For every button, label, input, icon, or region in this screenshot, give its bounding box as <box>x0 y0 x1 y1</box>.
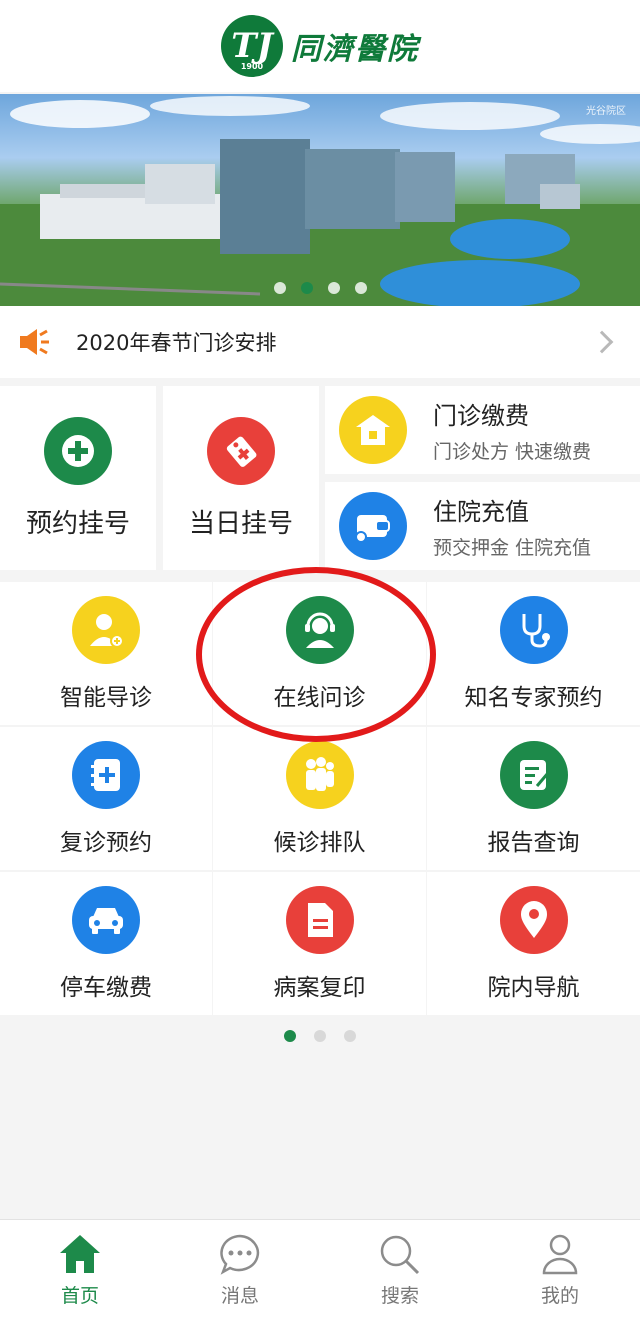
follow-up-button[interactable]: 复诊预约 <box>0 727 212 870</box>
report-label: 报告查询 <box>487 829 580 856</box>
navigation-button[interactable]: 院内导航 <box>427 872 640 1015</box>
navigation-label: 院内导航 <box>487 974 580 1001</box>
queue-label: 候诊排队 <box>273 829 366 856</box>
search-icon <box>377 1231 423 1277</box>
banner-carousel[interactable]: 光谷院区 <box>0 94 640 306</box>
logo-year: 1900 <box>240 62 264 71</box>
tab-profile[interactable]: 我的 <box>480 1220 640 1319</box>
outpatient-payment-subtitle: 门诊处方 快速缴费 <box>433 441 592 463</box>
report-icon <box>499 740 568 809</box>
house-icon <box>339 396 407 464</box>
tab-search-label: 搜索 <box>380 1285 419 1307</box>
inpatient-recharge-title: 住院充值 <box>433 498 529 526</box>
records-copy-button[interactable]: 病案复印 <box>213 872 426 1015</box>
expert-appointment-label: 知名专家预约 <box>464 684 603 711</box>
banner-pager <box>0 282 640 294</box>
chat-icon <box>217 1231 263 1277</box>
app-header: TJ 1900 同濟醫院 <box>0 0 640 92</box>
online-consult-label: 在线问诊 <box>273 684 366 711</box>
inpatient-recharge-button[interactable]: 住院充值 预交押金 住院充值 <box>325 482 640 570</box>
notice-bar[interactable]: 2020年春节门诊安排 <box>0 306 640 378</box>
grid-pager <box>0 1030 640 1042</box>
banner-dot[interactable] <box>327 282 340 294</box>
tab-messages-label: 消息 <box>220 1285 259 1307</box>
smart-guide-label: 智能导诊 <box>60 684 152 711</box>
grid-page-dot[interactable] <box>314 1030 326 1042</box>
same-day-label: 当日挂号 <box>188 508 293 539</box>
outpatient-payment-title: 门诊缴费 <box>433 402 529 430</box>
smart-guide-button[interactable]: 智能导诊 <box>0 582 212 725</box>
bottom-tab-bar: 首页 消息 搜索 我的 <box>0 1219 640 1319</box>
notice-text: 2020年春节门诊安排 <box>76 331 277 355</box>
home-icon <box>57 1231 103 1277</box>
chevron-right-icon <box>590 330 614 354</box>
notebook-plus-icon <box>72 740 140 809</box>
people-icon <box>285 740 354 809</box>
logo-text: 同濟醫院 <box>291 32 419 67</box>
wallet-icon <box>339 492 407 560</box>
tab-home[interactable]: 首页 <box>0 1220 160 1319</box>
report-button[interactable]: 报告查询 <box>427 727 640 870</box>
stethoscope-icon <box>499 595 568 664</box>
hospital-photo <box>0 96 640 306</box>
parking-button[interactable]: 停车缴费 <box>0 872 212 1015</box>
appointment-label: 预约挂号 <box>25 508 130 539</box>
appointment-button[interactable]: 预约挂号 <box>0 386 156 570</box>
expert-appointment-button[interactable]: 知名专家预约 <box>427 582 640 725</box>
grid-page-dot-active[interactable] <box>284 1030 296 1042</box>
follow-up-label: 复诊预约 <box>60 829 152 856</box>
banner-dot[interactable] <box>273 282 286 294</box>
logo-mark: TJ 1900 <box>221 15 283 77</box>
plus-icon <box>44 416 112 485</box>
tab-messages[interactable]: 消息 <box>160 1220 320 1319</box>
records-copy-label: 病案复印 <box>273 974 366 1001</box>
tag-icon <box>207 416 275 485</box>
user-icon <box>537 1231 583 1277</box>
hospital-logo: TJ 1900 同濟醫院 <box>221 15 419 77</box>
doctor-icon <box>72 595 140 664</box>
queue-button[interactable]: 候诊排队 <box>213 727 426 870</box>
location-pin-icon <box>499 885 568 954</box>
tab-search[interactable]: 搜索 <box>320 1220 480 1319</box>
outpatient-payment-button[interactable]: 门诊缴费 门诊处方 快速缴费 <box>325 386 640 474</box>
logo-mark-letters: TJ <box>231 26 273 66</box>
online-consult-button[interactable]: 在线问诊 <box>213 582 426 725</box>
headset-icon <box>285 595 354 664</box>
service-grid: 智能导诊 在线问诊 知名专家预约 复诊预约 候诊排队 报告查询 停车缴费 病案复… <box>0 582 640 1015</box>
quick-actions: 预约挂号 当日挂号 门诊缴费 门诊处方 快速缴费 住院充值 预交押金 住院充值 <box>0 386 640 570</box>
document-icon <box>285 885 354 954</box>
tab-home-label: 首页 <box>60 1285 99 1307</box>
parking-label: 停车缴费 <box>60 974 152 1001</box>
grid-page-dot[interactable] <box>344 1030 356 1042</box>
tab-profile-label: 我的 <box>540 1285 579 1307</box>
banner-dot-active[interactable] <box>300 282 313 294</box>
banner-caption: 光谷院区 <box>586 106 626 117</box>
car-icon <box>72 885 140 954</box>
megaphone-icon <box>20 329 49 355</box>
inpatient-recharge-subtitle: 预交押金 住院充值 <box>433 537 592 559</box>
same-day-button[interactable]: 当日挂号 <box>163 386 319 570</box>
banner-dot[interactable] <box>354 282 367 294</box>
